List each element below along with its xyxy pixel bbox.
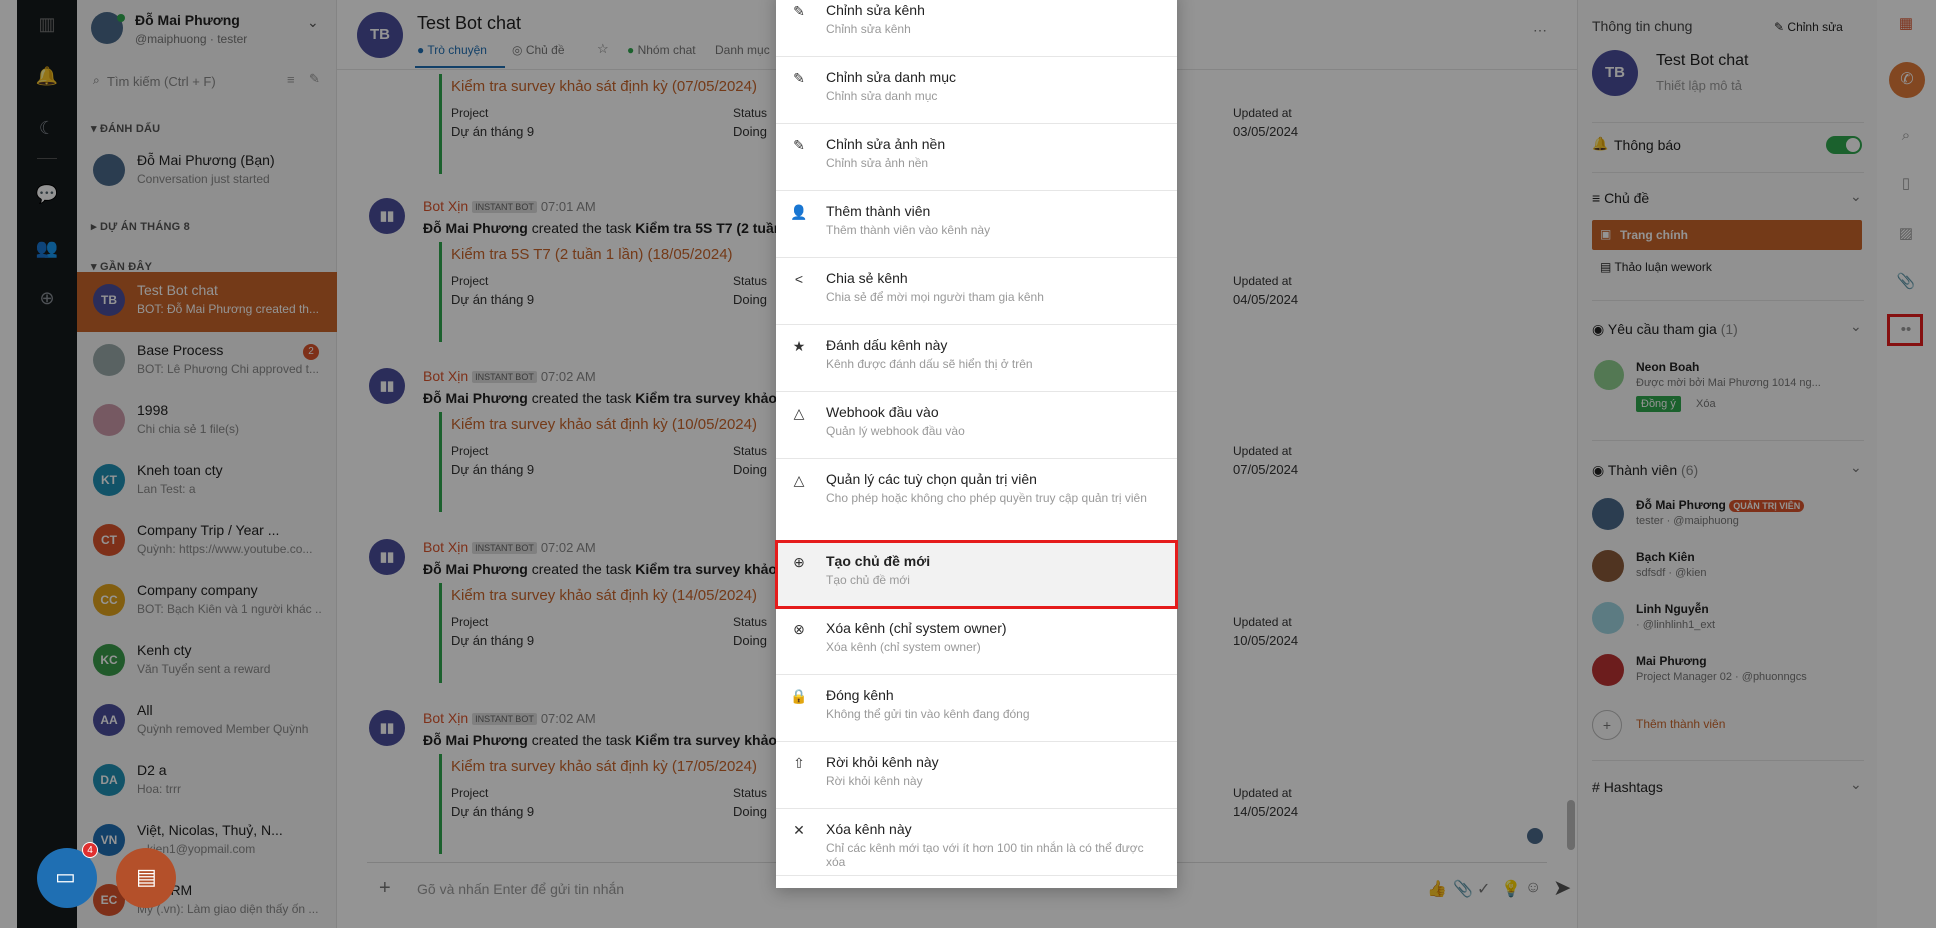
menu-item-desc: Chỉnh sửa ảnh nền — [826, 156, 929, 170]
menu-item-title: Chỉnh sửa ảnh nền — [826, 136, 946, 152]
menu-item-desc: Kênh được đánh dấu sẽ hiển thị ở trên — [826, 357, 1033, 371]
menu-item-desc: Chỉ các kênh mới tạo với ít hơn 100 tin … — [826, 841, 1144, 869]
share-icon: < — [794, 271, 804, 287]
pencil-icon: ✎ — [793, 3, 805, 19]
add-circle-icon: ⊕ — [793, 554, 805, 570]
menu-item-desc: Cho phép hoặc không cho phép quyền truy … — [826, 491, 1147, 505]
menu-item-title: Đánh dấu kênh này — [826, 337, 948, 353]
upload-icon: ⇧ — [793, 755, 805, 771]
star-icon: ★ — [792, 338, 806, 354]
menu-item-title: Chia sẻ kênh — [826, 270, 908, 286]
menu-item-desc: Không thể gửi tin vào kênh đang đóng — [826, 707, 1030, 721]
menu-item-desc: Rời khỏi kênh này — [826, 774, 923, 788]
pencil-icon: ✎ — [793, 70, 805, 86]
close-icon: ✕ — [793, 822, 805, 838]
menu-item-title: Chỉnh sửa kênh — [826, 2, 925, 18]
menu-item[interactable]: 👤 Thêm thành viên Thêm thành viên vào kênh… — [776, 191, 1177, 258]
menu-item-title: Xóa kênh (chỉ system owner) — [826, 620, 1007, 636]
menu-item[interactable]: △ Quản lý các tuỳ chọn quản trị viên Cho p… — [776, 459, 1177, 541]
add-user-icon: 👤 — [790, 204, 808, 220]
menu-item-desc: Quản lý webhook đầu vào — [826, 424, 965, 438]
menu-item-title: Tạo chủ đề mới — [826, 553, 931, 569]
menu-item-title: Rời khỏi kênh này — [826, 754, 939, 770]
menu-item-title: Webhook đầu vào — [826, 404, 939, 420]
task-button[interactable]: ▤ — [116, 848, 176, 908]
menu-item[interactable]: 🔒 Đóng kênh Không thể gửi tin vào kênh đan… — [776, 675, 1177, 742]
menu-item-title: Chỉnh sửa danh mục — [826, 69, 956, 85]
menu-item[interactable]: ⇧ Rời khỏi kênh này Rời khỏi kênh này — [776, 742, 1177, 809]
menu-item-desc: Thêm thành viên vào kênh này — [826, 223, 991, 237]
menu-item[interactable]: △ Webhook đầu vào Quản lý webhook đầu vào — [776, 392, 1177, 459]
menu-item-title: Quản lý các tuỳ chọn quản trị viên — [826, 471, 1037, 487]
menu-item-desc: Chỉnh sửa kênh — [826, 22, 911, 36]
menu-item-title: Đóng kênh — [826, 687, 894, 703]
close-circle-icon: ⊗ — [793, 621, 805, 637]
menu-item-desc: Chỉnh sửa danh mục — [826, 89, 938, 103]
menu-item[interactable]: < Chia sẻ kênh Chia sẻ để mời mọi người th… — [776, 258, 1177, 325]
menu-item-desc: Chia sẻ để mời mọi người tham gia kênh — [826, 290, 1044, 304]
menu-item[interactable]: ⊗ Xóa kênh (chỉ system owner) Xóa kênh (ch… — [776, 608, 1177, 675]
chat-bubble-icon: ▭ — [55, 864, 76, 889]
unread-badge: 4 — [82, 842, 98, 858]
menu-item-title: Xóa kênh này — [826, 821, 912, 837]
menu-item[interactable]: ⊕ Tạo chủ đề mới Tạo chủ đề mới — [775, 540, 1178, 609]
pencil-icon: ✎ — [793, 137, 805, 153]
menu-item[interactable]: ✎ Chỉnh sửa ảnh nền Chỉnh sửa ảnh nền — [776, 124, 1177, 191]
menu-item[interactable]: ✎ Chỉnh sửa kênh Chỉnh sửa kênh — [776, 0, 1177, 57]
webhook-icon: △ — [793, 405, 805, 421]
menu-item-desc: Xóa kênh (chỉ system owner) — [826, 640, 981, 654]
menu-item[interactable]: ✎ Chỉnh sửa danh mục Chỉnh sửa danh mục — [776, 57, 1177, 124]
menu-item-desc: Tạo chủ đề mới — [826, 573, 910, 587]
clipboard-icon: ▤ — [136, 864, 157, 889]
menu-item[interactable]: ✕ Xóa kênh này Chỉ các kênh mới tạo với ít… — [776, 809, 1177, 876]
channel-options-menu: ✎ Chỉnh sửa kênh Chỉnh sửa kênh ✎ Chỉnh sửa … — [775, 0, 1178, 888]
admin-icon: △ — [793, 472, 805, 488]
menu-item[interactable]: ★ Đánh dấu kênh này Kênh được đánh dấu sẽ … — [776, 325, 1177, 392]
lock-icon: 🔒 — [790, 688, 808, 704]
menu-item-title: Thêm thành viên — [826, 203, 931, 219]
